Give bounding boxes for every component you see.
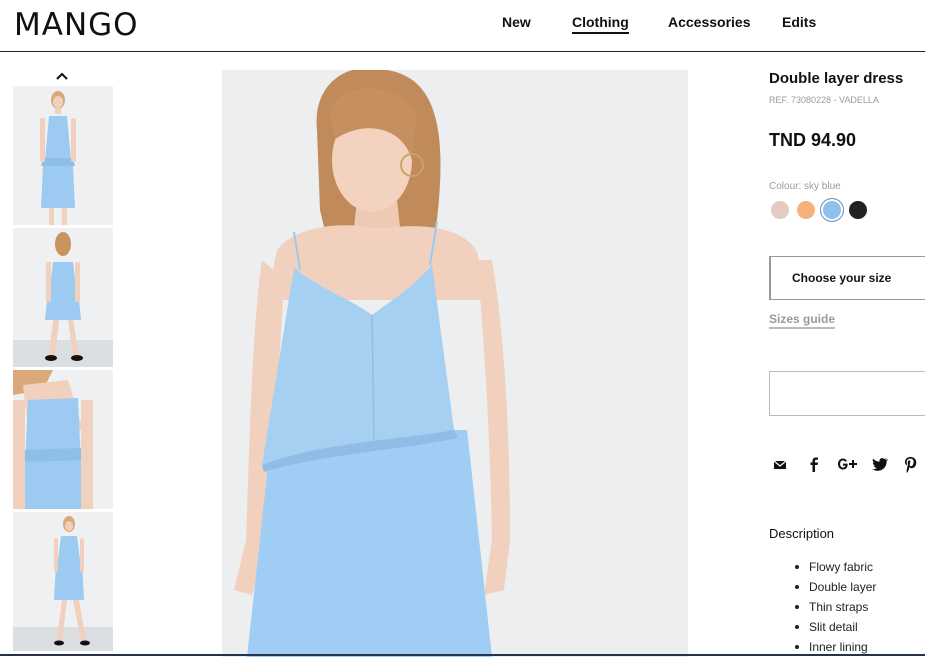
description-list: Flowy fabric Double layer Thin straps Sl… [795, 559, 925, 657]
nav-new[interactable]: New [502, 14, 531, 30]
mail-icon[interactable] [769, 453, 791, 475]
thumbnail-back[interactable] [13, 228, 113, 367]
product-title: Double layer dress [769, 70, 904, 87]
bottom-divider [0, 654, 925, 656]
chevron-up-icon[interactable] [53, 68, 71, 84]
colour-swatch-pink[interactable] [771, 201, 789, 219]
description-item: Thin straps [795, 599, 925, 619]
description-item: Double layer [795, 579, 925, 599]
nav-accessories[interactable]: Accessories [668, 14, 751, 30]
description-item: Flowy fabric [795, 559, 925, 579]
description-item: Slit detail [795, 619, 925, 639]
nav-edits[interactable]: Edits [782, 14, 816, 30]
facebook-icon[interactable] [803, 453, 825, 475]
colour-label: Colour: sky blue [769, 181, 841, 192]
thumbnail-front[interactable] [13, 86, 113, 225]
breadcrumb [14, 44, 174, 54]
share-bar [769, 453, 925, 475]
description-heading: Description [769, 526, 835, 541]
main-product-image[interactable] [222, 70, 688, 657]
colour-swatch-black[interactable] [849, 201, 867, 219]
size-selector[interactable]: Choose your size [769, 256, 925, 300]
main-nav: New Clothing Accessories Edits [0, 14, 925, 44]
twitter-icon[interactable] [869, 453, 891, 475]
product-page: MANGO New Clothing Accessories Edits Dou… [0, 0, 925, 657]
add-to-bag-area[interactable] [769, 371, 925, 416]
thumbnail-full[interactable] [13, 512, 113, 651]
pinterest-icon[interactable] [899, 453, 921, 475]
thumbnail-detail[interactable] [13, 370, 113, 509]
google-plus-icon[interactable] [834, 453, 860, 475]
sizes-guide-link[interactable]: Sizes guide [769, 312, 836, 329]
product-price: TND 94.90 [769, 130, 857, 150]
size-selector-label: Choose your size [792, 271, 892, 285]
colour-swatch-apricot[interactable] [797, 201, 815, 219]
product-reference: REF. 73080228 - VADELLA [769, 95, 879, 105]
nav-clothing[interactable]: Clothing [572, 14, 629, 34]
colour-swatch-sky-blue[interactable] [823, 201, 841, 219]
